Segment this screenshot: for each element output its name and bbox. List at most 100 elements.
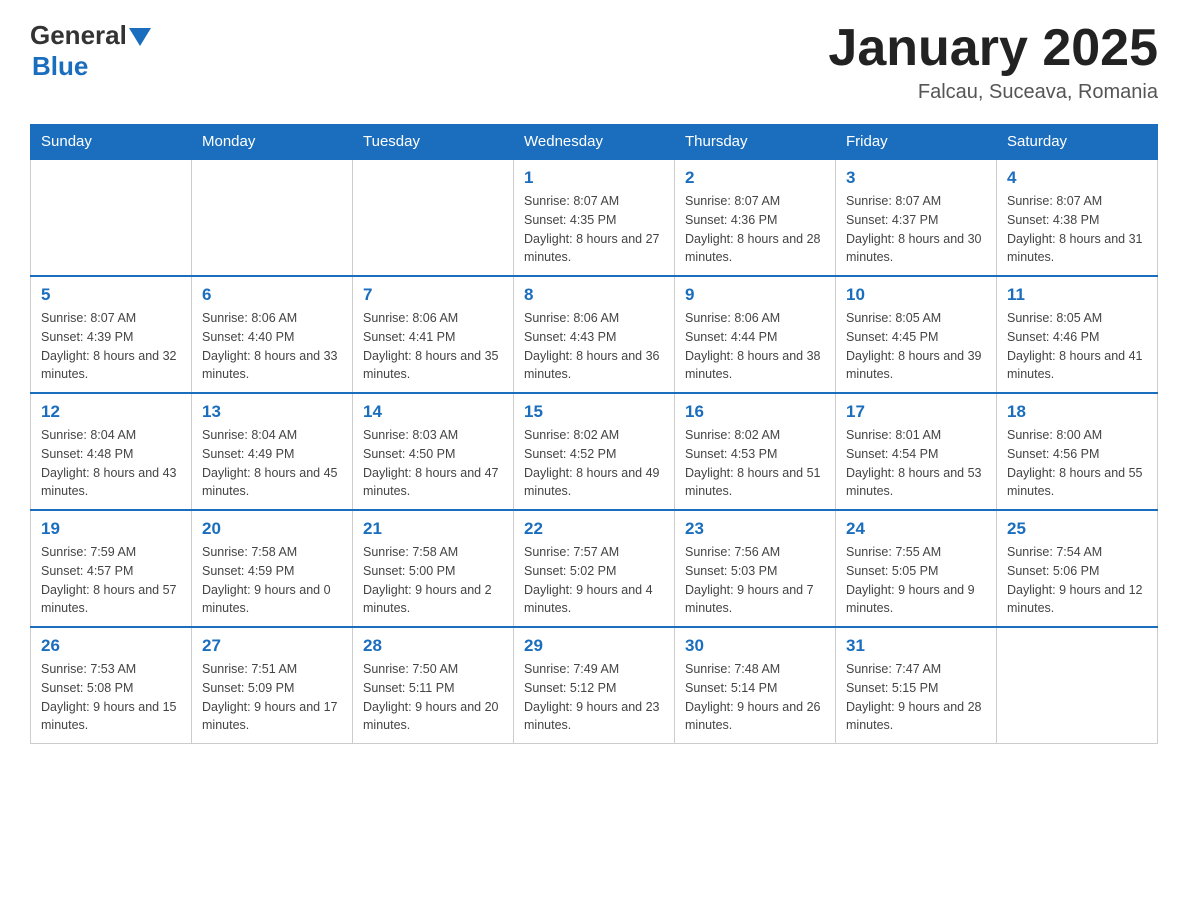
day-number: 8	[524, 285, 664, 305]
day-number: 18	[1007, 402, 1147, 422]
calendar-cell: 7Sunrise: 8:06 AM Sunset: 4:41 PM Daylig…	[353, 276, 514, 393]
day-info: Sunrise: 7:55 AM Sunset: 5:05 PM Dayligh…	[846, 543, 986, 618]
day-number: 20	[202, 519, 342, 539]
col-sunday: Sunday	[31, 125, 192, 160]
day-info: Sunrise: 8:07 AM Sunset: 4:36 PM Dayligh…	[685, 192, 825, 267]
day-info: Sunrise: 7:53 AM Sunset: 5:08 PM Dayligh…	[41, 660, 181, 735]
day-info: Sunrise: 8:01 AM Sunset: 4:54 PM Dayligh…	[846, 426, 986, 501]
day-info: Sunrise: 7:48 AM Sunset: 5:14 PM Dayligh…	[685, 660, 825, 735]
calendar-cell: 2 Sunrise: 8:07 AM Sunset: 4:36 PM Daylig…	[675, 159, 836, 276]
day-number: 11	[1007, 285, 1147, 305]
week-row-4: 19 Sunrise: 7:59 AM Sunset: 4:57 PM Dayli…	[31, 510, 1158, 627]
day-number: 2	[685, 168, 825, 188]
day-info: Sunrise: 7:56 AM Sunset: 5:03 PM Dayligh…	[685, 543, 825, 618]
col-wednesday: Wednesday	[514, 125, 675, 160]
day-number: 15	[524, 402, 664, 422]
day-number: 12	[41, 402, 181, 422]
calendar-cell: 1Sunrise: 8:07 AM Sunset: 4:35 PM Daylig…	[514, 159, 675, 276]
day-number: 29	[524, 636, 664, 656]
day-number: 10	[846, 285, 986, 305]
day-number: 16	[685, 402, 825, 422]
day-info: Sunrise: 8:07 AM Sunset: 4:39 PM Dayligh…	[41, 309, 181, 384]
day-number: 22	[524, 519, 664, 539]
day-info: Sunrise: 8:04 AM Sunset: 4:48 PM Dayligh…	[41, 426, 181, 501]
day-number: 24	[846, 519, 986, 539]
day-number: 31	[846, 636, 986, 656]
day-info: Sunrise: 8:00 AM Sunset: 4:56 PM Dayligh…	[1007, 426, 1147, 501]
calendar-cell: 26 Sunrise: 7:53 AM Sunset: 5:08 PM Dayli…	[31, 627, 192, 744]
calendar-cell	[997, 627, 1158, 744]
day-number: 26	[41, 636, 181, 656]
week-row-5: 26 Sunrise: 7:53 AM Sunset: 5:08 PM Dayli…	[31, 627, 1158, 744]
calendar-cell: 23 Sunrise: 7:56 AM Sunset: 5:03 PM Dayli…	[675, 510, 836, 627]
calendar-cell: 30 Sunrise: 7:48 AM Sunset: 5:14 PM Dayli…	[675, 627, 836, 744]
day-info: Sunrise: 7:57 AM Sunset: 5:02 PM Dayligh…	[524, 543, 664, 618]
logo: General Blue	[30, 20, 151, 82]
day-number: 4	[1007, 168, 1147, 188]
calendar-title-block: January 2025 Falcau, Suceava, Romania	[828, 20, 1158, 104]
day-number: 9	[685, 285, 825, 305]
day-number: 21	[363, 519, 503, 539]
day-info: Sunrise: 8:06 AM Sunset: 4:44 PM Dayligh…	[685, 309, 825, 384]
day-info: Sunrise: 8:03 AM Sunset: 4:50 PM Dayligh…	[363, 426, 503, 501]
day-info: Sunrise: 8:04 AM Sunset: 4:49 PM Dayligh…	[202, 426, 342, 501]
col-thursday: Thursday	[675, 125, 836, 160]
day-number: 19	[41, 519, 181, 539]
day-number: 23	[685, 519, 825, 539]
col-friday: Friday	[836, 125, 997, 160]
week-row-2: 5Sunrise: 8:07 AM Sunset: 4:39 PM Daylig…	[31, 276, 1158, 393]
calendar-cell: 27 Sunrise: 7:51 AM Sunset: 5:09 PM Dayli…	[192, 627, 353, 744]
logo-general-text: General	[30, 20, 127, 51]
day-info: Sunrise: 8:05 AM Sunset: 4:45 PM Dayligh…	[846, 309, 986, 384]
day-info: Sunrise: 7:51 AM Sunset: 5:09 PM Dayligh…	[202, 660, 342, 735]
calendar-cell: 19 Sunrise: 7:59 AM Sunset: 4:57 PM Dayli…	[31, 510, 192, 627]
day-number: 14	[363, 402, 503, 422]
day-info: Sunrise: 7:59 AM Sunset: 4:57 PM Dayligh…	[41, 543, 181, 618]
calendar-cell: 21 Sunrise: 7:58 AM Sunset: 5:00 PM Dayli…	[353, 510, 514, 627]
calendar-cell: 12 Sunrise: 8:04 AM Sunset: 4:48 PM Dayli…	[31, 393, 192, 510]
day-info: Sunrise: 7:58 AM Sunset: 5:00 PM Dayligh…	[363, 543, 503, 618]
calendar-cell: 4 Sunrise: 8:07 AM Sunset: 4:38 PM Daylig…	[997, 159, 1158, 276]
calendar-cell: 28 Sunrise: 7:50 AM Sunset: 5:11 PM Dayli…	[353, 627, 514, 744]
day-info: Sunrise: 7:50 AM Sunset: 5:11 PM Dayligh…	[363, 660, 503, 735]
day-info: Sunrise: 7:58 AM Sunset: 4:59 PM Dayligh…	[202, 543, 342, 618]
page-header: General Blue January 2025 Falcau, Suceav…	[30, 20, 1158, 104]
col-saturday: Saturday	[997, 125, 1158, 160]
calendar-cell: 29 Sunrise: 7:49 AM Sunset: 5:12 PM Dayli…	[514, 627, 675, 744]
calendar-cell: 14 Sunrise: 8:03 AM Sunset: 4:50 PM Dayli…	[353, 393, 514, 510]
calendar-cell: 25 Sunrise: 7:54 AM Sunset: 5:06 PM Dayli…	[997, 510, 1158, 627]
day-info: Sunrise: 8:07 AM Sunset: 4:37 PM Dayligh…	[846, 192, 986, 267]
day-info: Sunrise: 8:02 AM Sunset: 4:53 PM Dayligh…	[685, 426, 825, 501]
calendar-cell: 15Sunrise: 8:02 AM Sunset: 4:52 PM Dayli…	[514, 393, 675, 510]
day-info: Sunrise: 8:06 AM Sunset: 4:40 PM Dayligh…	[202, 309, 342, 384]
logo-blue-text: Blue	[32, 51, 88, 81]
day-info: Sunrise: 8:07 AM Sunset: 4:38 PM Dayligh…	[1007, 192, 1147, 267]
col-monday: Monday	[192, 125, 353, 160]
day-info: Sunrise: 7:47 AM Sunset: 5:15 PM Dayligh…	[846, 660, 986, 735]
calendar-cell: 13Sunrise: 8:04 AM Sunset: 4:49 PM Dayli…	[192, 393, 353, 510]
day-number: 28	[363, 636, 503, 656]
day-info: Sunrise: 8:07 AM Sunset: 4:35 PM Dayligh…	[524, 192, 664, 267]
calendar-cell: 8Sunrise: 8:06 AM Sunset: 4:43 PM Daylig…	[514, 276, 675, 393]
col-tuesday: Tuesday	[353, 125, 514, 160]
calendar-cell: 16 Sunrise: 8:02 AM Sunset: 4:53 PM Dayli…	[675, 393, 836, 510]
calendar-cell: 6 Sunrise: 8:06 AM Sunset: 4:40 PM Daylig…	[192, 276, 353, 393]
calendar-cell: 10 Sunrise: 8:05 AM Sunset: 4:45 PM Dayli…	[836, 276, 997, 393]
day-info: Sunrise: 8:05 AM Sunset: 4:46 PM Dayligh…	[1007, 309, 1147, 384]
day-number: 30	[685, 636, 825, 656]
day-info: Sunrise: 7:54 AM Sunset: 5:06 PM Dayligh…	[1007, 543, 1147, 618]
week-row-3: 12 Sunrise: 8:04 AM Sunset: 4:48 PM Dayli…	[31, 393, 1158, 510]
calendar-cell	[353, 159, 514, 276]
logo-triangle-icon	[129, 28, 151, 46]
day-number: 25	[1007, 519, 1147, 539]
day-number: 6	[202, 285, 342, 305]
day-number: 27	[202, 636, 342, 656]
calendar-cell: 11 Sunrise: 8:05 AM Sunset: 4:46 PM Dayli…	[997, 276, 1158, 393]
day-info: Sunrise: 7:49 AM Sunset: 5:12 PM Dayligh…	[524, 660, 664, 735]
week-row-1: 1Sunrise: 8:07 AM Sunset: 4:35 PM Daylig…	[31, 159, 1158, 276]
calendar-title: January 2025	[828, 20, 1158, 77]
calendar-cell: 20 Sunrise: 7:58 AM Sunset: 4:59 PM Dayli…	[192, 510, 353, 627]
calendar-cell: 17Sunrise: 8:01 AM Sunset: 4:54 PM Dayli…	[836, 393, 997, 510]
calendar-cell: 9 Sunrise: 8:06 AM Sunset: 4:44 PM Daylig…	[675, 276, 836, 393]
day-number: 7	[363, 285, 503, 305]
